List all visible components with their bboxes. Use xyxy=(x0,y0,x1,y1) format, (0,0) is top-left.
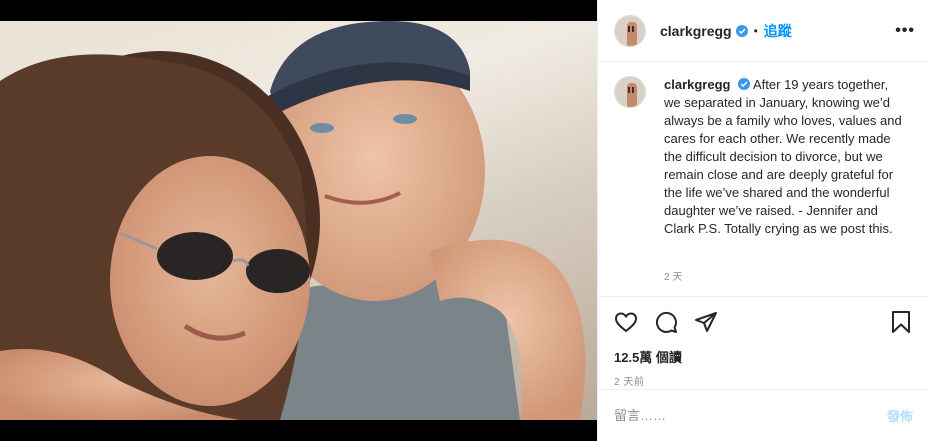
photo-pane xyxy=(0,0,597,441)
caption-row: clarkgregg After 19 years together, we s… xyxy=(614,76,913,238)
comment-input[interactable] xyxy=(614,408,887,423)
verified-badge-icon xyxy=(735,24,748,37)
post-timestamp: 2 天前 xyxy=(614,377,645,388)
view-count[interactable]: 12.5萬 個讀 xyxy=(598,347,929,366)
caption-timestamp: 2 天 xyxy=(664,272,683,283)
comment-bar: 發佈 xyxy=(598,389,929,441)
heart-icon xyxy=(614,312,638,333)
post-header: clarkgregg • 追蹤 ••• xyxy=(598,0,929,62)
caption-body: After 19 years together, we separated in… xyxy=(664,77,902,236)
caption-username[interactable]: clarkgregg xyxy=(664,77,730,92)
avatar[interactable] xyxy=(614,14,646,47)
caption-avatar[interactable] xyxy=(614,76,646,108)
action-bar xyxy=(598,297,929,347)
caption: clarkgregg After 19 years together, we s… xyxy=(664,76,904,238)
comment-icon xyxy=(655,311,677,333)
post-side-panel: clarkgregg • 追蹤 ••• clarkgregg After 19 … xyxy=(597,0,929,441)
like-button[interactable] xyxy=(612,308,640,336)
share-button[interactable] xyxy=(692,308,720,336)
comment-button[interactable] xyxy=(652,308,680,336)
post-photo-art xyxy=(0,21,586,420)
bookmark-icon xyxy=(892,311,910,333)
username[interactable]: clarkgregg xyxy=(660,23,732,39)
avatar-image xyxy=(615,15,645,46)
caption-avatar-image xyxy=(615,77,645,107)
post-photo[interactable] xyxy=(0,21,597,420)
share-icon xyxy=(695,312,717,332)
separator-dot: • xyxy=(753,23,758,38)
comments-section: clarkgregg After 19 years together, we s… xyxy=(598,62,929,297)
caption-verified-badge-icon xyxy=(738,78,751,90)
more-options-icon[interactable]: ••• xyxy=(895,22,915,40)
post-comment-button[interactable]: 發佈 xyxy=(887,406,913,425)
follow-button[interactable]: 追蹤 xyxy=(764,21,792,41)
save-button[interactable] xyxy=(887,308,915,336)
